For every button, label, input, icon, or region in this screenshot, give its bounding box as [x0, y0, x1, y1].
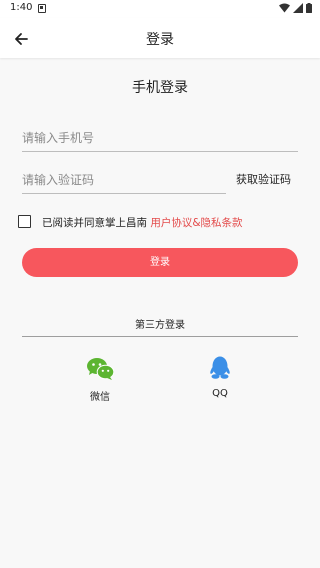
app-bar: 登录: [0, 18, 320, 58]
agreement-link[interactable]: 用户协议&隐私条款: [150, 217, 242, 229]
page-title: 登录: [146, 32, 174, 48]
agree-checkbox[interactable]: [18, 215, 31, 228]
get-code-button[interactable]: 获取验证码: [236, 171, 291, 187]
divider: [22, 336, 298, 337]
wechat-label: 微信: [90, 392, 110, 403]
login-button[interactable]: 登录: [22, 248, 298, 277]
wechat-login-button[interactable]: 微信: [75, 354, 125, 403]
third-party-title: 第三方登录: [135, 320, 185, 331]
agree-row: 已阅读并同意掌上昌南 用户协议&隐私条款: [42, 215, 243, 230]
qq-icon: [210, 356, 230, 379]
signal-icon: [293, 3, 303, 13]
phone-input[interactable]: [22, 124, 298, 151]
code-field: [22, 166, 226, 194]
status-bar: 1:40: [0, 0, 320, 18]
wifi-icon: [279, 3, 290, 13]
status-time: 1:40: [10, 2, 33, 13]
phone-field: [22, 124, 298, 152]
login-heading: 手机登录: [132, 80, 188, 96]
qq-login-button[interactable]: QQ: [195, 354, 245, 399]
battery-icon: [306, 3, 312, 13]
wechat-icon: [86, 358, 114, 380]
agree-text: 已阅读并同意掌上昌南: [42, 217, 147, 229]
status-icons: [279, 3, 312, 13]
verification-code-input[interactable]: [22, 166, 226, 193]
qq-label: QQ: [212, 388, 228, 399]
notification-icon: [38, 4, 46, 13]
